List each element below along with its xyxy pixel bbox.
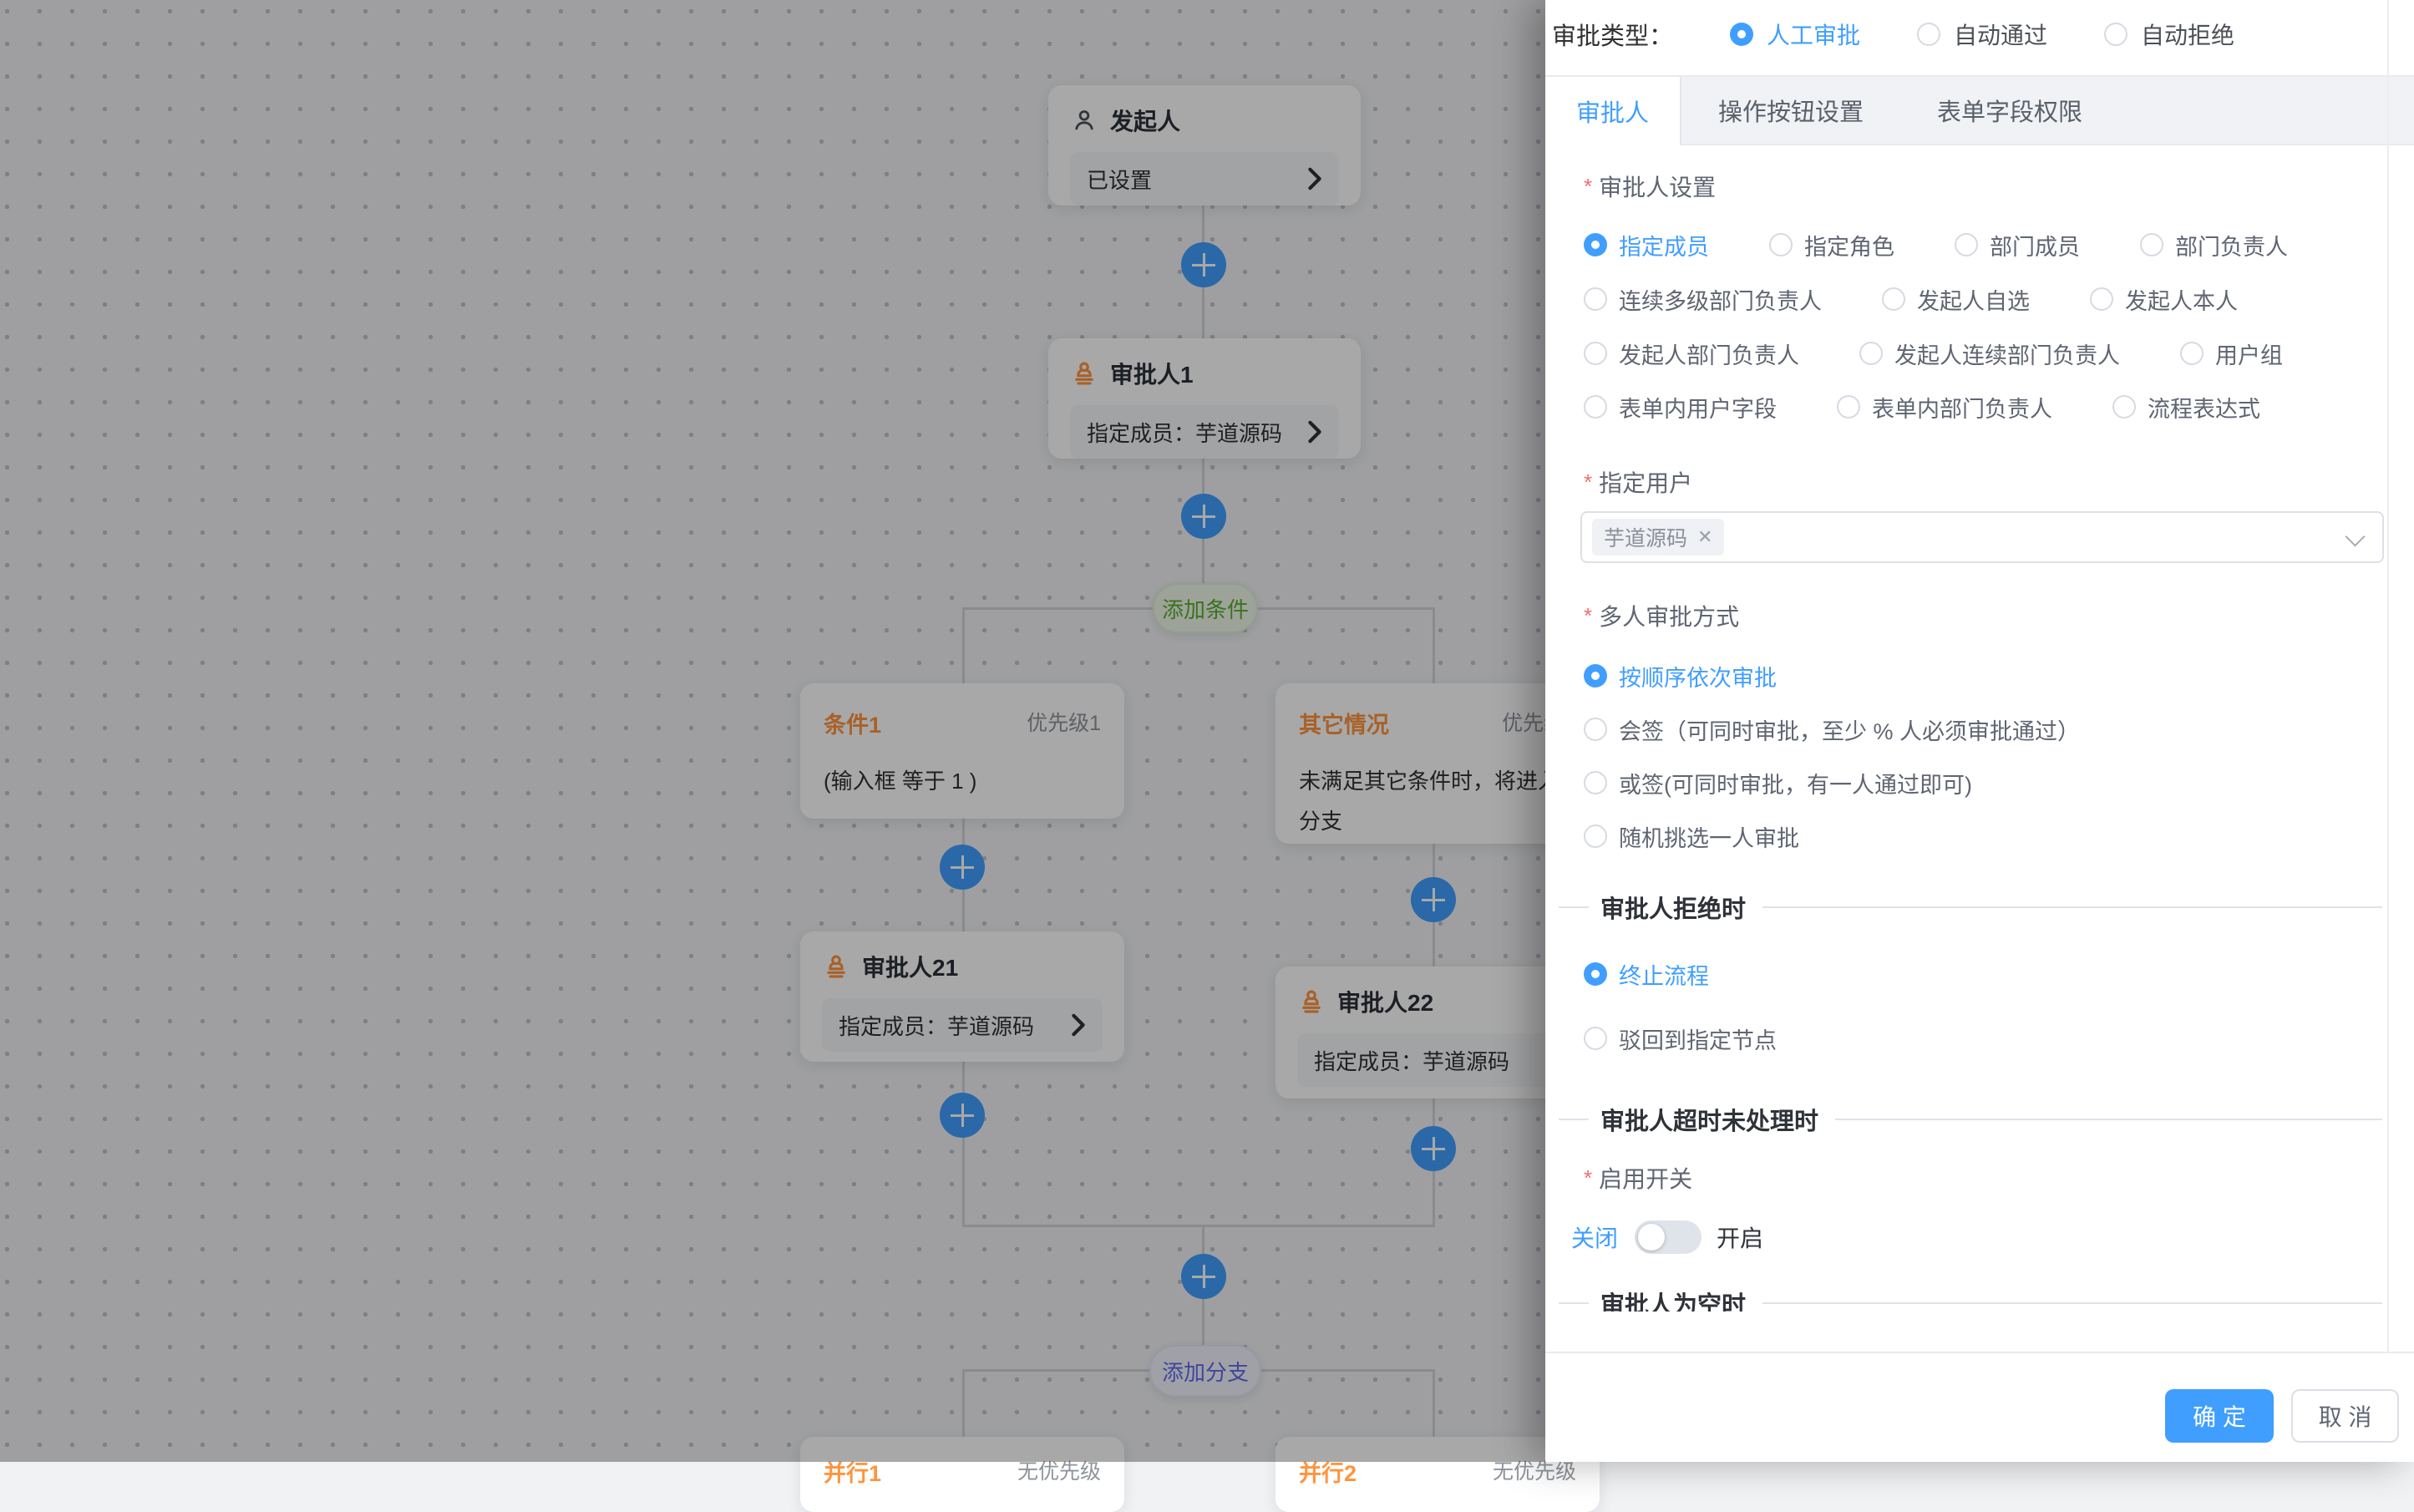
radio-dept-member[interactable]: 部门成员 bbox=[1955, 230, 2080, 260]
radio-starter-self[interactable]: 发起人本人 bbox=[2090, 284, 2238, 314]
radio-icon bbox=[1882, 287, 1905, 311]
tag-close-icon[interactable]: ✕ bbox=[1697, 526, 1712, 548]
radio-terminate-process[interactable]: 终止流程 bbox=[1584, 959, 1777, 989]
radio-icon bbox=[1584, 664, 1607, 688]
reject-options: 终止流程 驳回到指定节点 bbox=[1584, 959, 1777, 1053]
radio-icon bbox=[1584, 1027, 1607, 1050]
radio-icon bbox=[1584, 962, 1607, 986]
settings-tabs: 审批人 操作按钮设置 表单字段权限 bbox=[1545, 75, 2414, 145]
radio-icon bbox=[2180, 342, 2204, 365]
radio-icon bbox=[2140, 233, 2163, 256]
radio-icon bbox=[1584, 287, 1607, 311]
radio-form-user-field[interactable]: 表单内用户字段 bbox=[1584, 392, 1777, 422]
radio-manual-approval[interactable]: 人工审批 bbox=[1730, 18, 1860, 51]
radio-icon bbox=[2104, 23, 2127, 46]
radio-starter-multi-dept-leader[interactable]: 发起人连续部门负责人 bbox=[1859, 338, 2120, 368]
radio-starter-self-select[interactable]: 发起人自选 bbox=[1882, 284, 2030, 314]
radio-return-to-node[interactable]: 驳回到指定节点 bbox=[1584, 1023, 1777, 1053]
empty-section-title: 审批人为空时 bbox=[1600, 1288, 1746, 1312]
approver-setting-row-4: 表单内用户字段 表单内部门负责人 流程表达式 bbox=[1584, 392, 2260, 422]
radio-icon bbox=[1584, 824, 1607, 848]
radio-auto-pass[interactable]: 自动通过 bbox=[1917, 18, 2047, 51]
footer-divider bbox=[1545, 1352, 2414, 1353]
radio-icon bbox=[1955, 233, 1978, 256]
approver-setting-row-2: 连续多级部门负责人 发起人自选 发起人本人 bbox=[1584, 284, 2238, 314]
multi-mode-label: 多人审批方式 bbox=[1584, 601, 1739, 631]
radio-icon bbox=[1837, 395, 1860, 419]
approver-setting-row-3: 发起人部门负责人 发起人连续部门负责人 用户组 bbox=[1584, 338, 2283, 368]
radio-dept-leader[interactable]: 部门负责人 bbox=[2140, 230, 2288, 260]
scroll-track[interactable] bbox=[2387, 0, 2389, 1352]
radio-icon bbox=[1584, 342, 1607, 365]
radio-process-expression[interactable]: 流程表达式 bbox=[2112, 392, 2260, 422]
reject-section-divider: 审批人拒绝时 bbox=[1559, 892, 2382, 922]
empty-section-divider: 审批人为空时 bbox=[1559, 1288, 2382, 1312]
radio-icon bbox=[1917, 23, 1940, 46]
radio-form-dept-leader[interactable]: 表单内部门负责人 bbox=[1837, 392, 2052, 422]
radio-auto-reject[interactable]: 自动拒绝 bbox=[2104, 18, 2234, 51]
tab-button-settings[interactable]: 操作按钮设置 bbox=[1681, 77, 1900, 144]
radio-orsign[interactable]: 或签(可同时审批，有一人通过即可) bbox=[1584, 768, 2080, 798]
radio-icon bbox=[1584, 718, 1607, 741]
user-tag: 芋道源码 ✕ bbox=[1592, 519, 1724, 556]
timeout-section-title: 审批人超时未处理时 bbox=[1600, 1102, 1818, 1137]
approval-type-row: 审批类型： 人工审批 自动通过 自动拒绝 bbox=[1552, 12, 2234, 57]
radio-starter-dept-leader[interactable]: 发起人部门负责人 bbox=[1584, 338, 1799, 368]
radio-icon bbox=[1584, 395, 1607, 419]
cancel-button[interactable]: 取 消 bbox=[2291, 1389, 2399, 1443]
radio-sequential-approval[interactable]: 按顺序依次审批 bbox=[1584, 661, 2080, 691]
radio-designated-role[interactable]: 指定角色 bbox=[1769, 230, 1894, 260]
approver-setting-row-1: 指定成员 指定角色 部门成员 部门负责人 bbox=[1584, 230, 2288, 260]
assign-user-label: 指定用户 bbox=[1584, 467, 1692, 497]
chevron-down-icon bbox=[2345, 526, 2365, 546]
reject-section-title: 审批人拒绝时 bbox=[1600, 890, 1746, 925]
timeout-section-divider: 审批人超时未处理时 bbox=[1559, 1104, 2382, 1134]
radio-icon bbox=[2090, 287, 2113, 311]
tab-approver[interactable]: 审批人 bbox=[1545, 77, 1681, 145]
radio-countersign[interactable]: 会签（可同时审批，至少 % 人必须审批通过） bbox=[1584, 714, 2080, 744]
switch-on-label: 开启 bbox=[1717, 1220, 1763, 1254]
enable-switch-label: 启用开关 bbox=[1584, 1163, 1692, 1193]
user-select[interactable]: 芋道源码 ✕ bbox=[1580, 511, 2384, 563]
radio-designated-member[interactable]: 指定成员 bbox=[1584, 230, 1709, 260]
clipped-section: 审批人为空时 bbox=[1559, 1288, 2382, 1312]
radio-multi-level-dept-leader[interactable]: 连续多级部门负责人 bbox=[1584, 284, 1822, 314]
radio-random-one[interactable]: 随机挑选一人审批 bbox=[1584, 821, 2080, 851]
tab-form-permissions[interactable]: 表单字段权限 bbox=[1900, 77, 2119, 144]
enable-switch-row: 关闭 开启 bbox=[1571, 1215, 1763, 1259]
switch-off-label: 关闭 bbox=[1571, 1220, 1618, 1254]
radio-icon bbox=[1730, 23, 1753, 46]
approval-type-label: 审批类型： bbox=[1552, 17, 1673, 52]
radio-user-group[interactable]: 用户组 bbox=[2180, 338, 2283, 368]
radio-icon bbox=[1769, 233, 1793, 256]
radio-icon bbox=[1584, 233, 1607, 256]
approval-settings-drawer: 审批类型： 人工审批 自动通过 自动拒绝 审批人 操作按钮设置 表单字段权限 审… bbox=[1545, 0, 2414, 1462]
confirm-button[interactable]: 确 定 bbox=[2165, 1389, 2274, 1443]
enable-switch[interactable] bbox=[1635, 1220, 1701, 1254]
radio-icon bbox=[2112, 395, 2136, 419]
radio-icon bbox=[1584, 771, 1607, 794]
approver-setting-label: 审批人设置 bbox=[1584, 171, 1716, 201]
radio-icon bbox=[1859, 342, 1883, 365]
multi-mode-options: 按顺序依次审批 会签（可同时审批，至少 % 人必须审批通过） 或签(可同时审批，… bbox=[1584, 661, 2080, 851]
